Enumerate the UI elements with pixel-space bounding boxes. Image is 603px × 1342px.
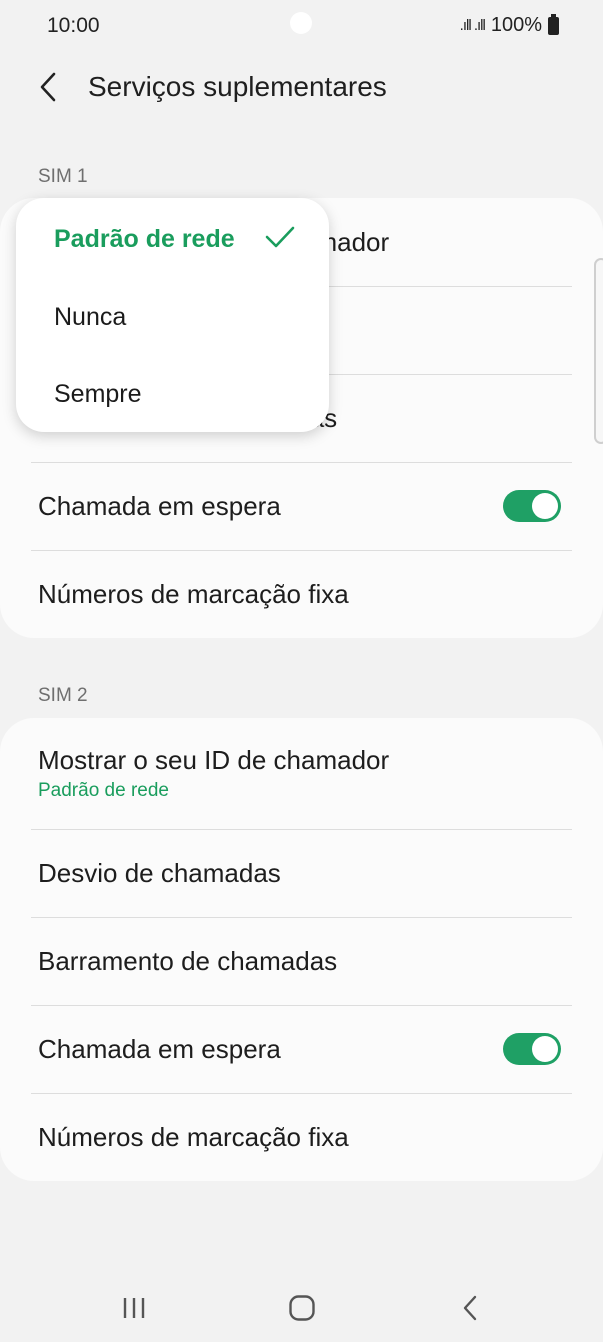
nav-back-button[interactable] [440, 1288, 500, 1328]
check-icon [265, 226, 295, 248]
scrollbar[interactable] [594, 258, 603, 444]
row-title: Mostrar o seu ID de chamador [38, 745, 390, 775]
sim2-card: Mostrar o seu ID de chamador Padrão de r… [0, 718, 603, 1181]
popup-option-never[interactable]: Nunca [54, 278, 314, 356]
back-button[interactable] [26, 64, 70, 110]
status-time: 10:00 [47, 14, 100, 37]
navigation-bar [0, 1270, 603, 1342]
battery-level: 100% [490, 14, 542, 36]
row-title: Chamada em espera [38, 490, 281, 521]
sim2-call-barring-item[interactable]: Barramento de chamadas [0, 917, 603, 1005]
chevron-left-icon [40, 72, 56, 102]
option-label: Sempre [54, 379, 142, 408]
row-subtitle: Padrão de rede [38, 780, 169, 801]
sim2-caller-id-item[interactable]: Mostrar o seu ID de chamador Padrão de r… [0, 718, 603, 829]
option-label: Padrão de rede [54, 224, 235, 253]
caller-id-popup-menu: Padrão de rede Nunca Sempre [16, 198, 329, 432]
section-label-sim1: SIM 1 [38, 166, 88, 187]
row-title: Números de marcação fixa [38, 578, 349, 609]
row-title: Desvio de chamadas [38, 857, 281, 888]
recents-icon [123, 1298, 145, 1318]
sim2-call-forwarding-item[interactable]: Desvio de chamadas [0, 829, 603, 917]
camera-cutout [290, 12, 312, 34]
page-title: Serviços suplementares [88, 71, 387, 102]
signal-icon: .ıll .ıll [459, 17, 486, 34]
sim2-fixed-dialing-item[interactable]: Números de marcação fixa [0, 1093, 603, 1181]
app-header: Serviços suplementares [0, 58, 603, 118]
toggle-knob [532, 1036, 558, 1062]
toggle-knob [532, 493, 558, 519]
status-bar: 10:00 .ıll .ıll 100% [0, 0, 603, 54]
popup-option-network-default[interactable]: Padrão de rede [54, 200, 314, 278]
battery-icon [548, 13, 559, 35]
home-icon [289, 1295, 315, 1321]
option-label: Nunca [54, 302, 127, 331]
row-title: Números de marcação fixa [38, 1121, 349, 1152]
sim1-fixed-dialing-item[interactable]: Números de marcação fixa [0, 550, 603, 638]
back-icon [463, 1295, 477, 1321]
sim1-call-waiting-item[interactable]: Chamada em espera [0, 462, 603, 550]
status-indicators: .ıll .ıll 100% [459, 13, 559, 37]
call-waiting-toggle[interactable] [503, 1033, 561, 1065]
sim2-call-waiting-item[interactable]: Chamada em espera [0, 1005, 603, 1093]
recents-button[interactable] [104, 1288, 164, 1328]
home-button[interactable] [272, 1288, 332, 1328]
call-waiting-toggle[interactable] [503, 490, 561, 522]
popup-option-always[interactable]: Sempre [54, 355, 314, 433]
section-label-sim2: SIM 2 [38, 685, 88, 706]
row-title: Chamada em espera [38, 1033, 281, 1064]
row-title: Barramento de chamadas [38, 945, 338, 976]
